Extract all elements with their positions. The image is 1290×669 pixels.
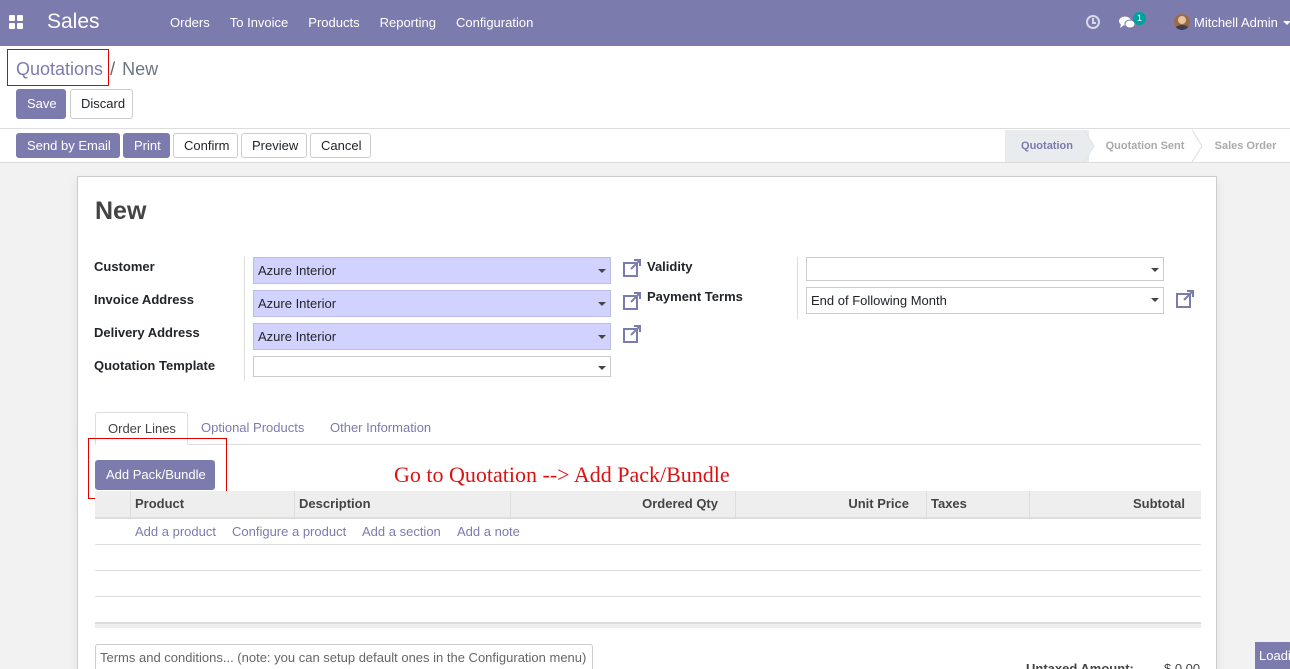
customer-value: Azure Interior bbox=[258, 263, 337, 278]
discard-button[interactable]: Discard bbox=[70, 89, 133, 119]
menu-configuration[interactable]: Configuration bbox=[446, 0, 543, 46]
payment-terms-external-link-icon[interactable] bbox=[1176, 290, 1194, 308]
activity-clock-icon[interactable] bbox=[1086, 15, 1100, 29]
menu-orders[interactable]: Orders bbox=[160, 0, 220, 46]
column-taxes[interactable]: Taxes bbox=[926, 491, 1029, 517]
chevron-down-icon[interactable] bbox=[598, 366, 606, 370]
untaxed-amount-label: Untaxed Amount: bbox=[1026, 661, 1134, 669]
notebook-tabs: Order Lines Optional Products Other Info… bbox=[95, 412, 1201, 445]
status-chevron-dividers bbox=[1083, 130, 1203, 162]
top-navbar: Sales Orders To Invoice Products Reporti… bbox=[0, 0, 1290, 46]
statusbar-divider bbox=[0, 128, 1290, 129]
add-product-link[interactable]: Add a product bbox=[135, 524, 216, 539]
terms-and-conditions-input[interactable]: Terms and conditions... (note: you can s… bbox=[95, 644, 593, 669]
tab-other-information[interactable]: Other Information bbox=[318, 412, 443, 445]
cancel-button[interactable]: Cancel bbox=[310, 133, 371, 158]
print-button[interactable]: Print bbox=[123, 133, 170, 158]
payment-terms-label: Payment Terms bbox=[647, 289, 743, 304]
delivery-address-label: Delivery Address bbox=[94, 325, 200, 340]
message-count-badge: 1 bbox=[1133, 12, 1146, 25]
user-menu-chevron-down-icon[interactable] bbox=[1283, 21, 1290, 25]
column-description[interactable]: Description bbox=[294, 491, 510, 517]
left-group-divider bbox=[244, 257, 245, 381]
menu-to-invoice[interactable]: To Invoice bbox=[220, 0, 299, 46]
main-menu: Orders To Invoice Products Reporting Con… bbox=[160, 0, 543, 46]
delivery-address-value: Azure Interior bbox=[258, 329, 337, 344]
control-panel: Quotations / New Save Discard Send by Em… bbox=[0, 46, 1290, 163]
menu-products[interactable]: Products bbox=[298, 0, 369, 46]
order-lines-table-footer bbox=[95, 623, 1201, 628]
highlight-box-quotations bbox=[7, 49, 109, 86]
right-group-divider bbox=[797, 257, 798, 319]
add-section-link[interactable]: Add a section bbox=[362, 524, 441, 539]
app-brand[interactable]: Sales bbox=[47, 10, 100, 34]
form-sheet: New Customer Invoice Address Delivery Ad… bbox=[77, 176, 1217, 669]
payment-terms-value: End of Following Month bbox=[811, 293, 947, 308]
validity-field[interactable] bbox=[806, 257, 1164, 281]
table-row bbox=[95, 545, 1201, 571]
invoice-address-value: Azure Interior bbox=[258, 296, 337, 311]
chevron-down-icon[interactable] bbox=[1151, 268, 1159, 272]
user-avatar[interactable] bbox=[1174, 14, 1190, 30]
loading-indicator: Loading bbox=[1255, 642, 1290, 669]
table-row bbox=[95, 597, 1201, 623]
apps-menu-icon[interactable] bbox=[9, 15, 23, 29]
record-title: New bbox=[95, 197, 147, 225]
payment-terms-field[interactable]: End of Following Month bbox=[806, 287, 1164, 314]
annotation-text: Go to Quotation --> Add Pack/Bundle bbox=[394, 462, 730, 487]
customer-field[interactable]: Azure Interior bbox=[253, 257, 611, 284]
menu-reporting[interactable]: Reporting bbox=[370, 0, 446, 46]
column-ordered-qty[interactable]: Ordered Qty bbox=[510, 491, 735, 517]
chevron-down-icon[interactable] bbox=[1151, 298, 1159, 302]
table-row bbox=[95, 571, 1201, 597]
column-unit-price[interactable]: Unit Price bbox=[735, 491, 926, 517]
quotation-template-label: Quotation Template bbox=[94, 358, 216, 373]
invoice-address-label: Invoice Address bbox=[94, 292, 194, 307]
invoice-address-external-link-icon[interactable] bbox=[623, 292, 641, 310]
table-row: Add a product Configure a product Add a … bbox=[95, 519, 1201, 545]
add-note-link[interactable]: Add a note bbox=[457, 524, 520, 539]
validity-label: Validity bbox=[647, 259, 693, 274]
preview-button[interactable]: Preview bbox=[241, 133, 307, 158]
untaxed-amount-value: $ 0.00 bbox=[1164, 661, 1201, 669]
breadcrumb-separator: / bbox=[110, 59, 116, 79]
customer-external-link-icon[interactable] bbox=[623, 259, 641, 277]
breadcrumb-current: New bbox=[122, 59, 159, 79]
highlight-box-add-pack-bundle bbox=[88, 438, 227, 499]
chevron-down-icon[interactable] bbox=[598, 302, 606, 306]
column-product[interactable]: Product bbox=[130, 491, 294, 517]
save-button[interactable]: Save bbox=[16, 89, 66, 119]
send-by-email-button[interactable]: Send by Email bbox=[16, 133, 120, 158]
chevron-down-icon[interactable] bbox=[598, 269, 606, 273]
customer-label: Customer bbox=[94, 259, 155, 274]
invoice-address-field[interactable]: Azure Interior bbox=[253, 290, 611, 317]
column-subtotal[interactable]: Subtotal bbox=[1029, 491, 1201, 517]
user-menu[interactable]: Mitchell Admin bbox=[1194, 15, 1278, 30]
quotation-template-field[interactable] bbox=[253, 356, 611, 377]
chevron-down-icon[interactable] bbox=[598, 335, 606, 339]
delivery-address-external-link-icon[interactable] bbox=[623, 325, 641, 343]
delivery-address-field[interactable]: Azure Interior bbox=[253, 323, 611, 350]
order-lines-table-header: Product Description Ordered Qty Unit Pri… bbox=[95, 491, 1201, 519]
configure-product-link[interactable]: Configure a product bbox=[232, 524, 346, 539]
confirm-button[interactable]: Confirm bbox=[173, 133, 238, 158]
